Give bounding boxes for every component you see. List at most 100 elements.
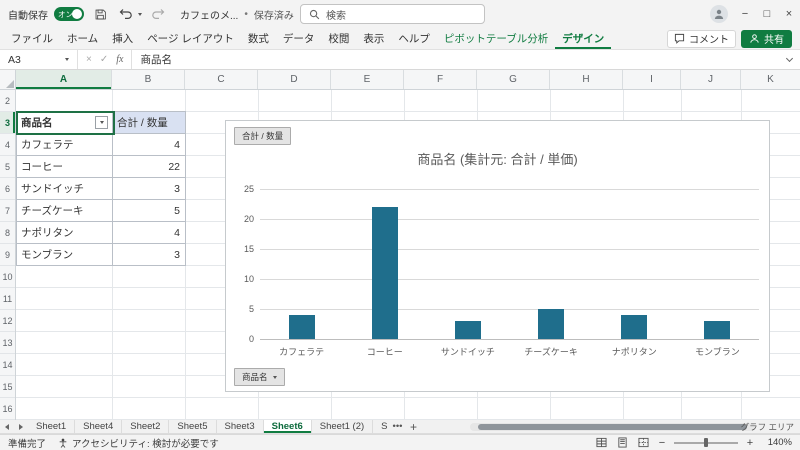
maximize-button[interactable]: □ — [756, 0, 778, 28]
scrollbar-thumb[interactable] — [478, 424, 747, 430]
row-header[interactable]: 10 — [0, 266, 15, 288]
zoom-knob[interactable] — [704, 438, 708, 447]
pivot-row-value-cell[interactable]: 3 — [113, 244, 186, 266]
undo-button[interactable] — [116, 4, 136, 24]
pivot-row-value-cell[interactable]: 5 — [113, 200, 186, 222]
select-all-corner[interactable] — [0, 70, 16, 90]
search-box[interactable]: 検索 — [300, 4, 485, 24]
horizontal-scrollbar[interactable] — [470, 423, 755, 431]
undo-dropdown-caret-icon[interactable] — [138, 12, 142, 16]
redo-button[interactable] — [148, 4, 168, 24]
ribbon-tab[interactable]: ページ レイアウト — [140, 28, 241, 49]
chart-bar[interactable] — [704, 321, 731, 339]
share-button[interactable]: 共有 — [741, 29, 792, 48]
row-header[interactable]: 16 — [0, 398, 15, 420]
chart-bar[interactable] — [621, 315, 648, 339]
row-header[interactable]: 9 — [0, 244, 15, 266]
zoom-in-button[interactable]: + — [745, 437, 755, 449]
zoom-out-button[interactable]: − — [657, 437, 667, 449]
cancel-button[interactable]: × — [86, 54, 92, 65]
chart-bar[interactable] — [288, 315, 315, 339]
pivot-row-value-cell[interactable]: 4 — [113, 222, 186, 244]
pivot-row-value-cell[interactable]: 3 — [113, 178, 186, 200]
account-avatar[interactable] — [710, 5, 728, 23]
sheet-tab[interactable]: Sheet5 — [169, 420, 217, 433]
autosave-toggle[interactable]: オン — [54, 7, 84, 21]
ribbon-tab[interactable]: 校閲 — [321, 28, 356, 49]
column-header[interactable]: F — [404, 70, 477, 89]
row-header[interactable]: 3 — [0, 112, 15, 134]
pivot-row-label-cell[interactable]: ナポリタン — [17, 222, 113, 244]
page-break-view-button[interactable] — [636, 436, 650, 450]
row-header[interactable]: 6 — [0, 178, 15, 200]
sheet-tab[interactable]: Sheet2 — [122, 420, 170, 433]
sheet-overflow-button[interactable]: ••• — [390, 420, 406, 433]
pivot-row-label-cell[interactable]: チーズケーキ — [17, 200, 113, 222]
pivot-row-value-cell[interactable]: 22 — [113, 156, 186, 178]
chart-bar[interactable] — [371, 207, 398, 339]
sheet-tab[interactable]: Sheet4 — [75, 420, 123, 433]
row-header[interactable]: 8 — [0, 222, 15, 244]
sheet-tab[interactable]: Sheet1 (2) — [312, 420, 374, 433]
sheet-tab[interactable]: Sheet1 — [28, 420, 76, 433]
sheet-tab[interactable]: S — [373, 420, 389, 433]
chart-axis-field-button[interactable]: 商品名 — [234, 368, 285, 386]
pivot-row-value-cell[interactable]: 4 — [113, 134, 186, 156]
pivot-value-header-cell[interactable]: 合計 / 数量 — [113, 112, 186, 134]
row-header[interactable]: 14 — [0, 354, 15, 376]
add-sheet-button[interactable]: + — [406, 420, 422, 434]
column-header[interactable]: K — [741, 70, 800, 89]
document-title[interactable]: カフェのメ... — [180, 7, 238, 22]
name-box-caret-icon[interactable] — [65, 58, 69, 61]
pivot-row-label-cell[interactable]: コーヒー — [17, 156, 113, 178]
ribbon-tab[interactable]: 挿入 — [105, 28, 140, 49]
save-button[interactable] — [90, 4, 110, 24]
ribbon-tab[interactable]: ピボットテーブル分析 — [437, 28, 555, 49]
close-button[interactable]: × — [778, 0, 800, 28]
pivot-row-label-cell[interactable]: モンブラン — [17, 244, 113, 266]
chart-value-field-button[interactable]: 合計 / 数量 — [234, 127, 292, 145]
ribbon-tab[interactable]: ファイル — [4, 28, 60, 49]
formula-input[interactable]: 商品名 — [132, 50, 778, 69]
chart-title[interactable]: 商品名 (集計元: 合計 / 単価) — [226, 149, 769, 168]
row-header[interactable]: 7 — [0, 200, 15, 222]
ribbon-tab[interactable]: ホーム — [60, 28, 105, 49]
zoom-slider[interactable] — [674, 438, 738, 448]
row-header[interactable]: 15 — [0, 376, 15, 398]
row-header[interactable]: 5 — [0, 156, 15, 178]
column-header[interactable]: H — [550, 70, 623, 89]
row-header[interactable]: 4 — [0, 134, 15, 156]
row-header[interactable]: 11 — [0, 288, 15, 310]
pivot-chart[interactable]: 合計 / 数量 商品名 (集計元: 合計 / 単価) 0 5 10 15 20 25 カフェ… — [225, 120, 770, 392]
column-header[interactable]: J — [681, 70, 741, 89]
ribbon-tab[interactable]: 表示 — [356, 28, 391, 49]
sheet-nav-left-button[interactable] — [0, 420, 14, 433]
insert-function-button[interactable]: fx — [116, 54, 123, 65]
column-header[interactable]: A — [16, 70, 112, 89]
pivot-row-label-cell[interactable]: サンドイッチ — [17, 178, 113, 200]
sheet-nav-right-button[interactable] — [14, 420, 28, 433]
name-box[interactable]: A3 — [0, 50, 78, 69]
sheet-tab[interactable]: Sheet3 — [217, 420, 264, 433]
ribbon-tab[interactable]: データ — [276, 28, 322, 49]
row-header[interactable]: 12 — [0, 310, 15, 332]
pivot-row-label-cell[interactable]: カフェラテ — [17, 134, 113, 156]
ribbon-tab[interactable]: ヘルプ — [391, 28, 437, 49]
column-header[interactable]: B — [112, 70, 185, 89]
minimize-button[interactable]: − — [734, 0, 756, 28]
save-status-label[interactable]: 保存済み — [254, 7, 294, 22]
filter-dropdown-button[interactable] — [95, 116, 108, 129]
ribbon-tab[interactable]: 数式 — [241, 28, 276, 49]
column-header[interactable]: E — [331, 70, 404, 89]
row-header[interactable]: 13 — [0, 332, 15, 354]
normal-view-button[interactable] — [594, 436, 608, 450]
formula-bar-expand-button[interactable] — [778, 50, 800, 69]
column-header[interactable]: I — [623, 70, 681, 89]
chart-bar[interactable] — [454, 321, 481, 339]
pivot-row-field-header-cell[interactable]: 商品名 — [17, 112, 113, 134]
column-header[interactable]: D — [258, 70, 331, 89]
enter-button[interactable]: ✓ — [100, 54, 108, 65]
accessibility-status[interactable]: アクセシビリティ: 検討が必要です — [58, 436, 219, 450]
page-layout-view-button[interactable] — [615, 436, 629, 450]
cells-area[interactable]: 商品名 合計 / 数量 カフェラテ 4 コーヒー 22 サンドイッチ 3 チーズ… — [16, 90, 800, 420]
